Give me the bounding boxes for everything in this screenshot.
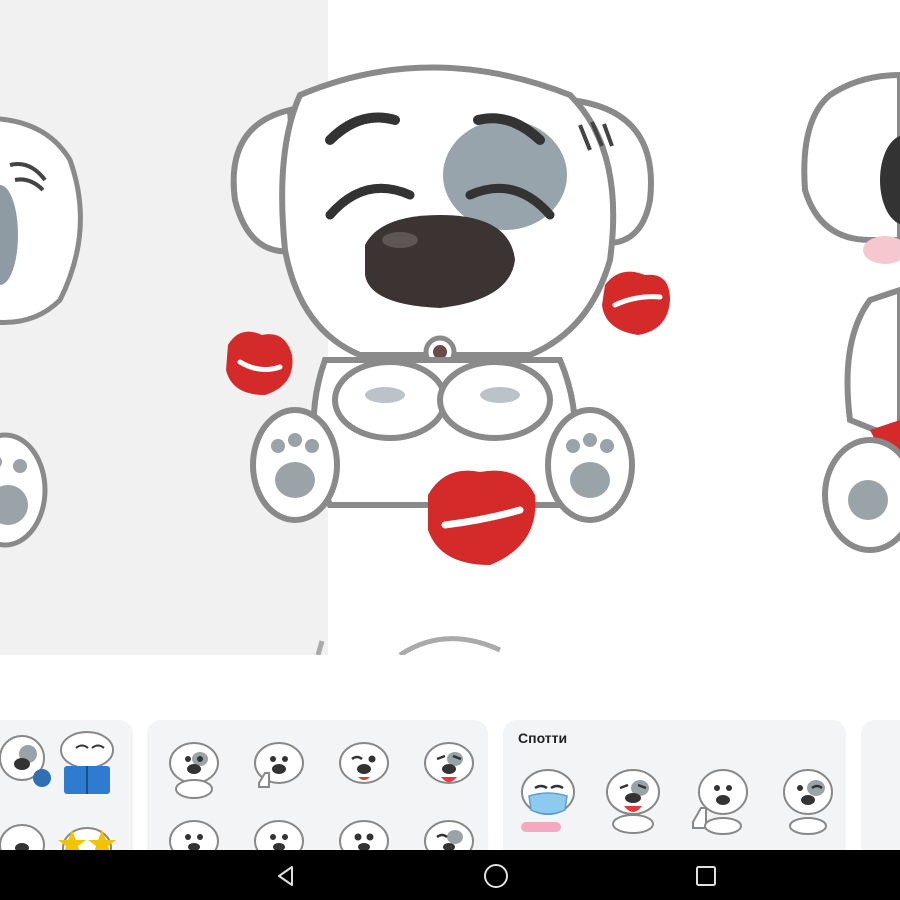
left-dog-partial — [0, 116, 83, 548]
dog-thumbs-up-sticker[interactable] — [683, 762, 758, 837]
recents-icon — [696, 866, 716, 886]
dog-sticker[interactable] — [162, 735, 227, 800]
recents-button[interactable] — [686, 858, 726, 894]
dog-sticker[interactable] — [417, 815, 482, 850]
dog-sticker[interactable] — [162, 815, 227, 850]
dog-winking-sticker[interactable] — [332, 735, 397, 800]
dog-reading-book-sticker[interactable] — [52, 728, 122, 798]
dog-laughing-sticker[interactable] — [417, 735, 482, 800]
dog-mask-sticker[interactable] — [511, 762, 586, 837]
home-button[interactable] — [476, 858, 516, 894]
sticker-pack-title: Спотти — [518, 730, 568, 746]
back-button[interactable] — [266, 858, 306, 894]
right-dog-partial — [801, 71, 900, 553]
sticker-pack-card[interactable] — [861, 720, 900, 850]
dog-sticker[interactable] — [247, 815, 312, 850]
dog-sticker[interactable] — [332, 815, 397, 850]
sticker-pack-card-spotti[interactable]: Спотти — [503, 720, 846, 850]
dog-sticker[interactable] — [0, 728, 52, 788]
sticker-pack-card[interactable] — [0, 720, 133, 850]
main-dog — [230, 64, 654, 523]
spacer — [0, 655, 900, 720]
system-navigation-bar — [0, 850, 900, 900]
sticker-pack-card[interactable] — [147, 720, 488, 850]
home-icon — [484, 864, 508, 888]
dog-thumbs-up-sticker[interactable] — [247, 735, 312, 800]
dog-sticker[interactable] — [0, 820, 52, 850]
dog-sticker-image — [0, 64, 900, 655]
dog-winking-sticker[interactable] — [768, 762, 843, 837]
back-icon — [278, 866, 293, 886]
sticker-pack-list[interactable]: Спотти — [0, 720, 900, 850]
dog-stars-sticker[interactable] — [52, 820, 122, 850]
sticker-preview — [0, 0, 900, 655]
dog-laughing-sticker[interactable] — [596, 762, 671, 837]
